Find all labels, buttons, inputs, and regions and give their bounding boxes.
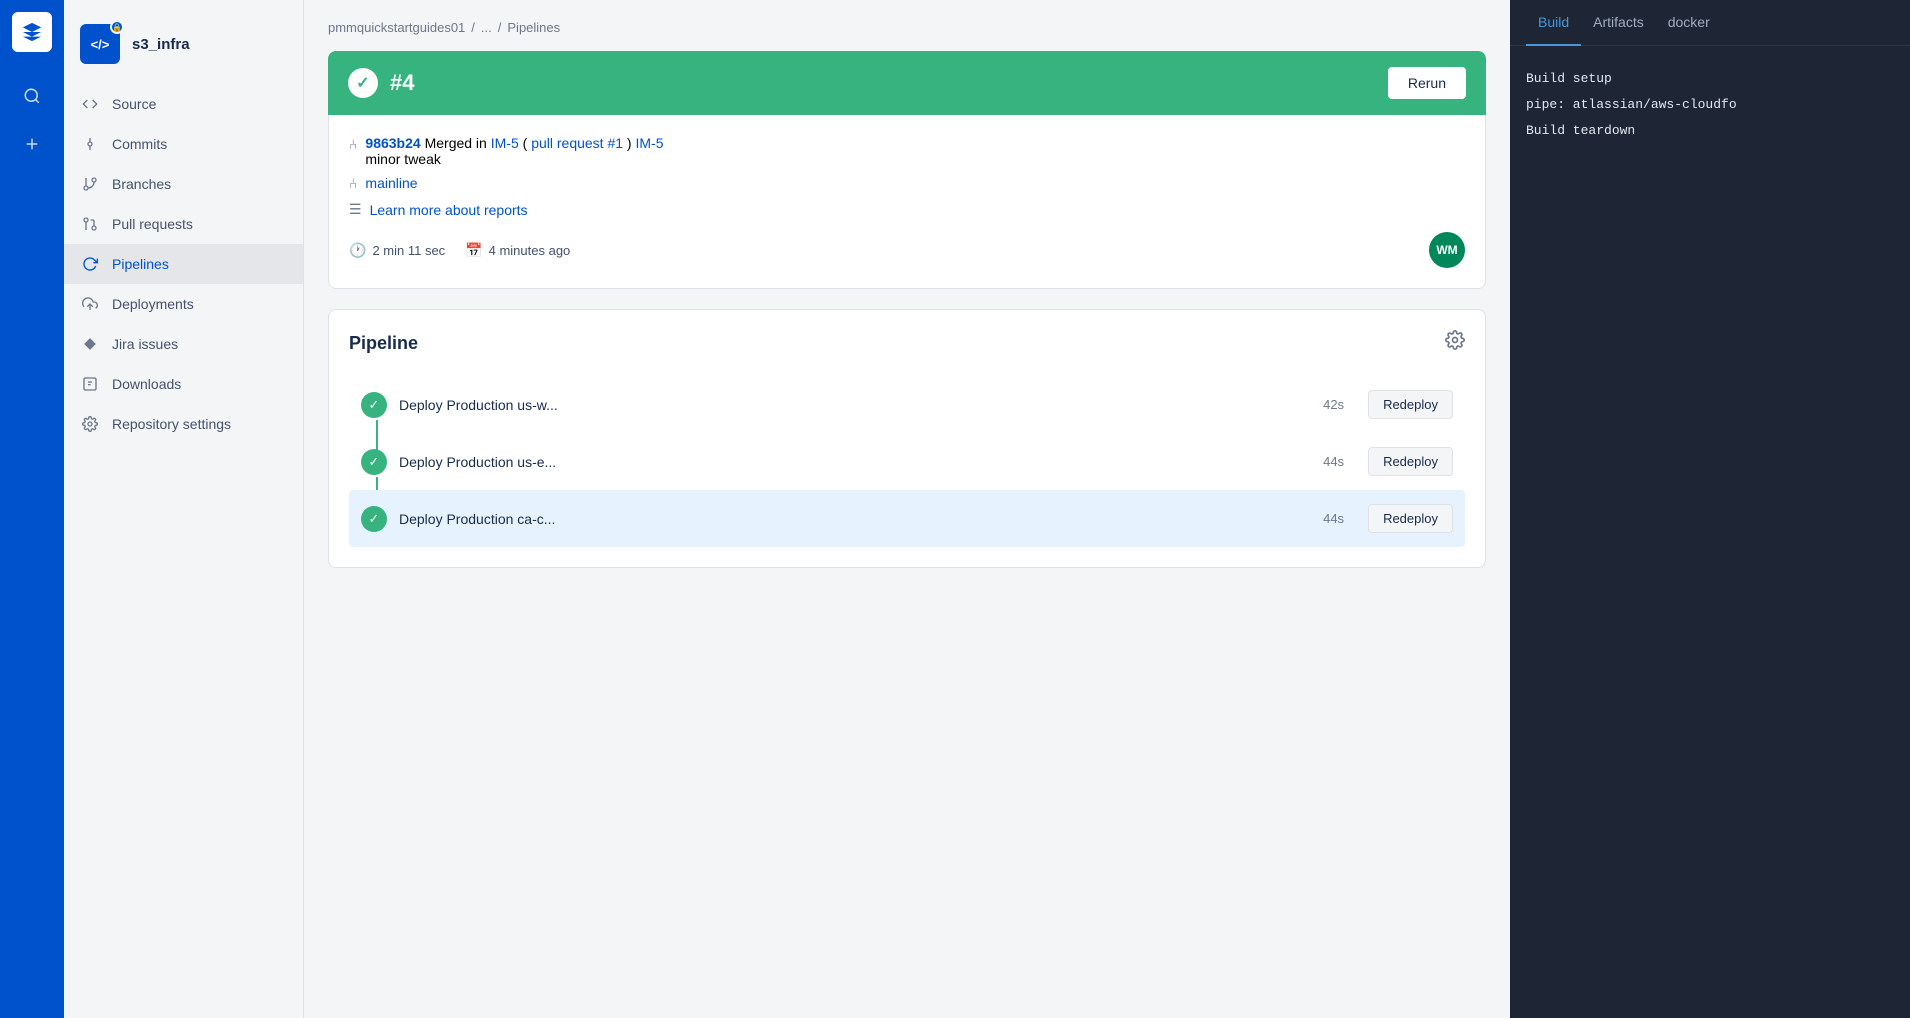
right-panel-content: Build setup pipe: atlassian/aws-cloudfo …: [1510, 46, 1910, 1018]
step-time-1: 42s: [1323, 397, 1344, 412]
reports-line: ☰ Learn more about reports: [349, 201, 1465, 218]
pull-request-link[interactable]: pull request #1: [531, 135, 623, 151]
rerun-button[interactable]: Rerun: [1388, 67, 1466, 99]
meta-line: 🕐 2 min 11 sec 📅 4 minutes ago WM: [349, 232, 1465, 268]
tab-docker[interactable]: docker: [1656, 0, 1722, 46]
pipeline-settings-gear-icon[interactable]: [1445, 330, 1465, 356]
lock-icon: 🔒: [110, 20, 124, 34]
log-line-3: Build teardown: [1526, 118, 1894, 144]
step-check-icon-3: ✓: [361, 506, 387, 532]
repo-header: </> 🔒 s3_infra: [64, 16, 303, 84]
branch2-link[interactable]: IM-5: [635, 135, 663, 151]
downloads-label: Downloads: [112, 376, 181, 392]
settings-icon: [80, 414, 100, 434]
pipelines-icon: [80, 254, 100, 274]
pull-requests-label: Pull requests: [112, 216, 193, 232]
success-check-icon: ✓: [348, 68, 378, 98]
branches-icon: [80, 174, 100, 194]
duration-text: 2 min 11 sec: [372, 243, 445, 258]
repo-name: s3_infra: [132, 36, 190, 53]
jira-label: Jira issues: [112, 336, 178, 352]
breadcrumb-org[interactable]: pmmquickstartguides01: [328, 20, 465, 35]
pipeline-header: ✓ #4 Rerun: [328, 51, 1486, 115]
step-check-icon-1: ✓: [361, 392, 387, 418]
commit-dot-icon: ⑃: [349, 136, 357, 152]
step-name-1: Deploy Production us-w...: [399, 397, 1311, 413]
plus-icon[interactable]: [12, 124, 52, 164]
sidebar-item-commits[interactable]: Commits: [64, 124, 303, 164]
repo-settings-label: Repository settings: [112, 416, 231, 432]
redeploy-button-3[interactable]: Redeploy: [1368, 504, 1453, 533]
step-time-2: 44s: [1323, 454, 1344, 469]
clock-icon: 🕐: [349, 242, 366, 259]
sidebar-item-deployments[interactable]: Deployments: [64, 284, 303, 324]
avatar: WM: [1429, 232, 1465, 268]
search-icon[interactable]: [12, 76, 52, 116]
log-line-2: pipe: atlassian/aws-cloudfo: [1526, 92, 1894, 118]
app-logo[interactable]: [12, 12, 52, 52]
branches-label: Branches: [112, 176, 171, 192]
steps-wrapper: ✓ Deploy Production us-w... 42s Redeploy…: [349, 376, 1465, 547]
merged-text: Merged in: [425, 135, 491, 151]
source-label: Source: [112, 96, 156, 112]
calendar-icon: 📅: [465, 242, 482, 259]
commit-line: ⑃ 9863b24 Merged in IM-5 ( pull request …: [349, 135, 1465, 167]
sidebar: </> 🔒 s3_infra Source Commits: [64, 0, 304, 1018]
sidebar-item-jira[interactable]: Jira issues: [64, 324, 303, 364]
branch-name-link[interactable]: mainline: [365, 175, 417, 191]
pipeline-title: Pipeline: [349, 333, 418, 354]
branch1-link[interactable]: IM-5: [491, 135, 519, 151]
step-check-icon-2: ✓: [361, 449, 387, 475]
redeploy-button-2[interactable]: Redeploy: [1368, 447, 1453, 476]
step-item[interactable]: ✓ Deploy Production us-e... 44s Redeploy: [349, 433, 1465, 490]
step-name-3: Deploy Production ca-c...: [399, 511, 1311, 527]
tab-artifacts[interactable]: Artifacts: [1581, 0, 1656, 46]
jira-icon: [80, 334, 100, 354]
sidebar-nav: Source Commits Branches: [64, 84, 303, 444]
pipelines-label: Pipelines: [112, 256, 169, 272]
deployments-label: Deployments: [112, 296, 194, 312]
time-ago-text: 4 minutes ago: [489, 243, 571, 258]
right-panel: Build Artifacts docker Build setup pipe:…: [1510, 0, 1910, 1018]
branch-icon: ⑃: [349, 175, 357, 191]
reports-link[interactable]: Learn more about reports: [370, 202, 528, 218]
step-item[interactable]: ✓ Deploy Production ca-c... 44s Redeploy: [349, 490, 1465, 547]
duration-item: 🕐 2 min 11 sec: [349, 242, 445, 259]
tab-build[interactable]: Build: [1526, 0, 1581, 46]
commits-label: Commits: [112, 136, 167, 152]
pipeline-steps-header: Pipeline: [349, 330, 1465, 356]
source-icon: [80, 94, 100, 114]
downloads-icon: [80, 374, 100, 394]
repo-icon: </> 🔒: [80, 24, 120, 64]
main-content: pmmquickstartguides01 / ... / Pipelines …: [304, 0, 1510, 1018]
pipeline-info: ⑃ 9863b24 Merged in IM-5 ( pull request …: [328, 115, 1486, 289]
breadcrumb-current: Pipelines: [507, 20, 560, 35]
pull-requests-icon: [80, 214, 100, 234]
pipeline-steps-card: Pipeline ✓ Deploy Production us-w... 42s…: [328, 309, 1486, 568]
sidebar-item-downloads[interactable]: Downloads: [64, 364, 303, 404]
step-item[interactable]: ✓ Deploy Production us-w... 42s Redeploy: [349, 376, 1465, 433]
pipeline-number: #4: [390, 70, 414, 96]
time-ago-item: 📅 4 minutes ago: [465, 242, 570, 259]
right-panel-tabs: Build Artifacts docker: [1510, 0, 1910, 46]
breadcrumb-ellipsis[interactable]: ...: [481, 20, 492, 35]
sidebar-item-pull-requests[interactable]: Pull requests: [64, 204, 303, 244]
sidebar-item-branches[interactable]: Branches: [64, 164, 303, 204]
app-bar: [0, 0, 64, 1018]
reports-icon: ☰: [349, 201, 362, 218]
deployments-icon: [80, 294, 100, 314]
step-time-3: 44s: [1323, 511, 1344, 526]
sidebar-item-pipelines[interactable]: Pipelines: [64, 244, 303, 284]
commit-hash-link[interactable]: 9863b24: [365, 135, 420, 151]
commit-message: minor tweak: [365, 151, 440, 167]
commits-icon: [80, 134, 100, 154]
sidebar-item-source[interactable]: Source: [64, 84, 303, 124]
sidebar-item-settings[interactable]: Repository settings: [64, 404, 303, 444]
redeploy-button-1[interactable]: Redeploy: [1368, 390, 1453, 419]
breadcrumb: pmmquickstartguides01 / ... / Pipelines: [328, 20, 1486, 35]
branch-line: ⑃ mainline: [349, 175, 1465, 191]
log-line-1: Build setup: [1526, 66, 1894, 92]
step-name-2: Deploy Production us-e...: [399, 454, 1311, 470]
